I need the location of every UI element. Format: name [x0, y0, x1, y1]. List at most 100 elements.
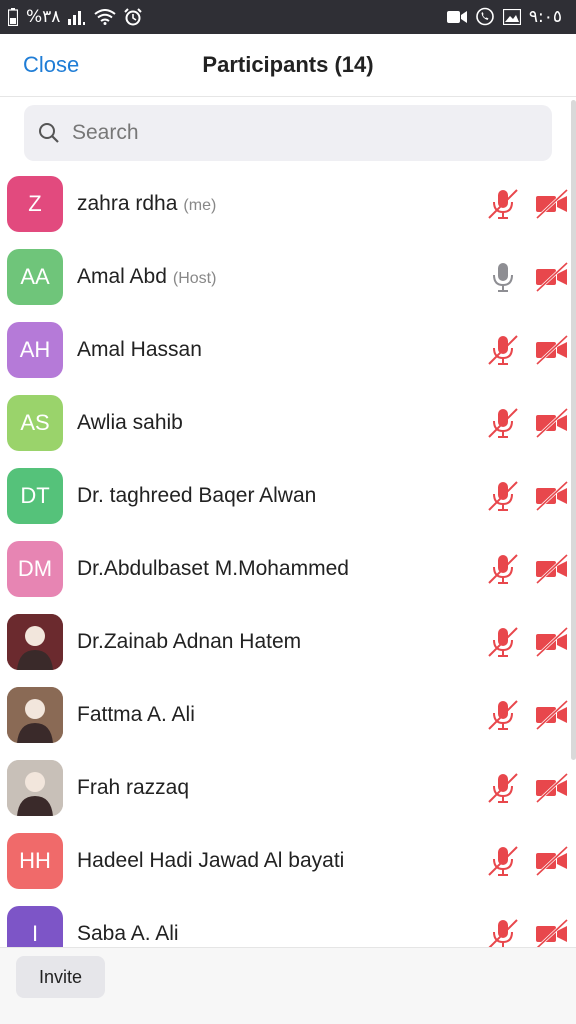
mic-muted-icon[interactable] [486, 625, 520, 659]
participant-name-wrap: zahra rdha (me) [77, 192, 216, 216]
video-off-icon[interactable] [534, 188, 570, 219]
search-box[interactable] [24, 105, 552, 161]
avatar: I [7, 905, 63, 948]
participant-name-wrap: Amal Abd (Host) [77, 265, 216, 289]
video-off-icon[interactable] [534, 334, 570, 365]
video-off-icon[interactable] [534, 261, 570, 292]
status-bar: %٣٨ ٩:٠٥ [0, 0, 576, 34]
participant-name: Dr.Zainab Adnan Hatem [77, 629, 302, 653]
participant-status-icons [486, 333, 570, 367]
status-bar-left: %٣٨ [8, 7, 143, 27]
participant-row[interactable]: HH Hadeel Hadi Jawad Al bayati [0, 824, 576, 897]
participant-name-wrap: Saba A. Ali [77, 922, 179, 946]
participant-name: zahra rdha [77, 191, 178, 215]
video-off-icon[interactable] [534, 407, 570, 438]
participant-name: Fattma A. Ali [77, 702, 195, 726]
gallery-icon [502, 9, 521, 25]
participant-row[interactable]: Zzahra rdha (me) [0, 167, 576, 240]
mic-muted-icon[interactable] [486, 187, 520, 221]
participant-name-wrap: Awlia sahib [77, 411, 183, 435]
mic-muted-icon[interactable] [486, 406, 520, 440]
participant-status-icons [486, 844, 570, 878]
invite-button[interactable]: Invite [16, 956, 105, 998]
avatar: AH [7, 321, 63, 378]
participant-status-icons [486, 406, 570, 440]
mic-muted-icon[interactable] [486, 844, 520, 878]
viber-icon [475, 7, 495, 27]
participant-row[interactable]: Dr.Zainab Adnan Hatem [0, 605, 576, 678]
avatar [7, 759, 63, 816]
search-input[interactable] [70, 120, 538, 146]
participant-row[interactable]: AA Amal Abd (Host) [0, 240, 576, 313]
mic-muted-icon[interactable] [486, 771, 520, 805]
mic-muted-icon[interactable] [486, 698, 520, 732]
participant-status-icons [486, 479, 570, 513]
participant-name: Amal Abd [77, 264, 167, 288]
avatar: AA [7, 248, 63, 305]
participant-name-wrap: Dr. taghreed Baqer Alwan [77, 484, 316, 508]
participant-name-wrap: Amal Hassan [77, 338, 202, 362]
participant-status-icons [486, 698, 570, 732]
participant-row[interactable]: DM Dr.Abdulbaset M.Mohammed [0, 532, 576, 605]
search-container [0, 97, 576, 161]
participant-list: Zzahra rdha (me) AA Amal Abd (Host) AH Amal Ha… [0, 167, 576, 948]
mic-muted-icon[interactable] [486, 479, 520, 513]
status-bar-right: ٩:٠٥ [446, 7, 562, 27]
video-off-icon[interactable] [534, 553, 570, 584]
mic-muted-icon[interactable] [486, 917, 520, 948]
participant-name: Dr.Abdulbaset M.Mohammed [77, 556, 349, 580]
video-off-icon[interactable] [534, 845, 570, 876]
footer-bar: Invite [0, 947, 576, 1024]
participant-name: Amal Hassan [77, 337, 202, 361]
avatar: Z [7, 175, 63, 232]
participant-name-wrap: Dr.Abdulbaset M.Mohammed [77, 557, 349, 581]
avatar: DM [7, 540, 63, 597]
participant-name: Awlia sahib [77, 410, 183, 434]
participant-name-wrap: Frah razzaq [77, 776, 189, 800]
search-icon [38, 122, 60, 144]
video-call-icon [446, 10, 467, 24]
participant-status-icons [486, 187, 570, 221]
scrollbar[interactable] [571, 100, 576, 760]
wifi-icon [94, 9, 117, 25]
participant-name: Dr. taghreed Baqer Alwan [77, 483, 317, 507]
participant-status-icons [486, 771, 570, 805]
video-off-icon[interactable] [534, 918, 570, 948]
battery-percent: %٣٨ [26, 7, 61, 27]
close-button[interactable]: Close [23, 52, 79, 78]
participant-row[interactable]: Frah razzaq [0, 751, 576, 824]
participant-name-wrap: Hadeel Hadi Jawad Al bayati [77, 849, 344, 873]
participant-role: (me) [183, 196, 217, 214]
video-off-icon[interactable] [534, 699, 570, 730]
battery-icon [8, 8, 18, 26]
participant-status-icons [486, 917, 570, 948]
avatar: DT [7, 467, 63, 524]
participant-name: Hadeel Hadi Jawad Al bayati [77, 848, 345, 872]
participant-name: Frah razzaq [77, 775, 190, 799]
video-off-icon[interactable] [534, 772, 570, 803]
mic-muted-icon[interactable] [486, 552, 520, 586]
mic-muted-icon[interactable] [486, 333, 520, 367]
avatar: HH [7, 832, 63, 889]
participant-name-wrap: Dr.Zainab Adnan Hatem [77, 630, 301, 654]
participant-row[interactable]: DT Dr. taghreed Baqer Alwan [0, 459, 576, 532]
clock-time: ٩:٠٥ [528, 7, 562, 27]
participant-row[interactable]: I Saba A. Ali [0, 897, 576, 948]
page-title: Participants (14) [202, 52, 374, 77]
participant-name: Saba A. Ali [77, 921, 179, 945]
participant-row[interactable]: AS Awlia sahib [0, 386, 576, 459]
video-off-icon[interactable] [534, 480, 570, 511]
participant-role: (Host) [172, 269, 217, 287]
participants-header: Close Participants (14) [0, 34, 576, 97]
participant-status-icons [486, 552, 570, 586]
avatar: AS [7, 394, 63, 451]
avatar [7, 613, 63, 670]
participant-name-wrap: Fattma A. Ali [77, 703, 195, 727]
video-off-icon[interactable] [534, 626, 570, 657]
participant-row[interactable]: AH Amal Hassan [0, 313, 576, 386]
participant-status-icons [486, 260, 570, 294]
avatar [7, 686, 63, 743]
mic-icon[interactable] [486, 260, 520, 294]
participant-row[interactable]: Fattma A. Ali [0, 678, 576, 751]
participant-status-icons [486, 625, 570, 659]
